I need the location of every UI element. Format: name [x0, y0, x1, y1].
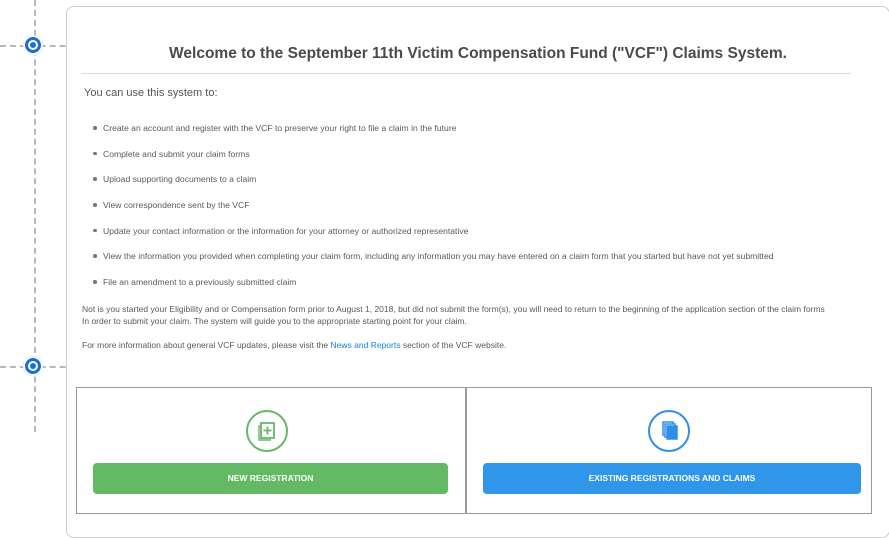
form-notice: Not is you started your Eligibility and … [82, 303, 872, 327]
list-item: File an amendment to a previously submit… [93, 276, 774, 302]
form-notice-line-2: In order to submit your claim. The syste… [82, 316, 467, 326]
list-item: View the information you provided when c… [93, 250, 774, 276]
welcome-panel: Welcome to the September 11th Victim Com… [66, 6, 889, 538]
documents-stack-icon [648, 410, 690, 452]
form-notice-line-1: Not is you started your Eligibility and … [82, 304, 825, 314]
more-info-text: For more information about general VCF u… [82, 340, 506, 350]
page-title: Welcome to the September 11th Victim Com… [169, 45, 787, 62]
target-node-icon[interactable] [23, 35, 43, 55]
intro-text: You can use this system to: [84, 87, 218, 99]
new-registration-card: NEW REGISTRATION [76, 387, 466, 514]
title-divider [81, 73, 851, 74]
more-info-suffix: section of the VCF website. [400, 340, 507, 350]
capabilities-list: Create an account and register with the … [93, 122, 774, 302]
existing-registrations-card: EXISTING REGISTRATIONS AND CLAIMS [466, 387, 872, 514]
list-item: View correspondence sent by the VCF [93, 199, 774, 225]
news-and-reports-link[interactable]: News and Reports [331, 340, 401, 350]
add-document-icon [246, 410, 288, 452]
new-registration-button[interactable]: NEW REGISTRATION [93, 463, 448, 494]
list-item: Complete and submit your claim forms [93, 148, 774, 174]
more-info-prefix: For more information about general VCF u… [82, 340, 331, 350]
existing-registrations-button[interactable]: EXISTING REGISTRATIONS AND CLAIMS [483, 463, 861, 494]
list-item: Upload supporting documents to a claim [93, 173, 774, 199]
target-node-icon[interactable] [23, 356, 43, 376]
list-item: Update your contact information or the i… [93, 225, 774, 251]
list-item: Create an account and register with the … [93, 122, 774, 148]
